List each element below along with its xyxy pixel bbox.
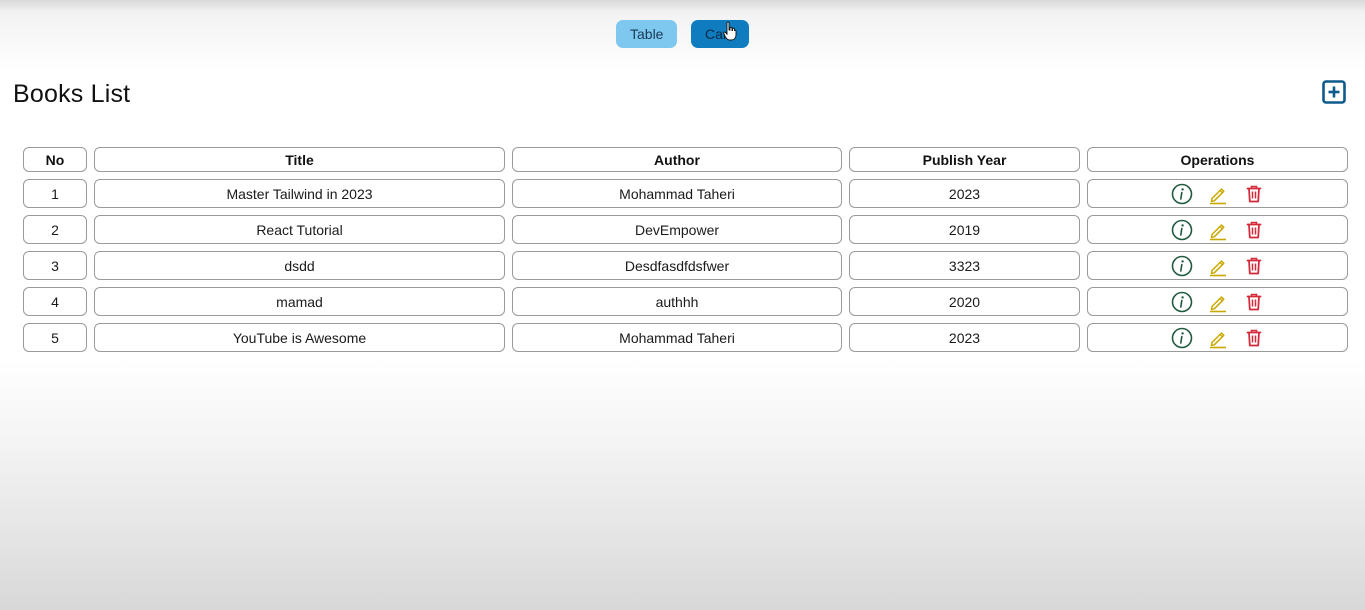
cell-no: 1 [23, 179, 87, 208]
cell-title: Master Tailwind in 2023 [94, 179, 505, 208]
cell-operations [1087, 215, 1348, 244]
table-row: 2 React Tutorial DevEmpower 2019 [23, 215, 1348, 244]
column-header-author: Author [512, 147, 842, 172]
cell-operations [1087, 179, 1348, 208]
info-button[interactable] [1171, 219, 1193, 241]
cell-operations [1087, 251, 1348, 280]
operations-group [1088, 291, 1347, 313]
info-circle-icon [1171, 255, 1192, 276]
cell-no: 4 [23, 287, 87, 316]
cell-title: YouTube is Awesome [94, 323, 505, 352]
table-view-button[interactable]: Table [616, 20, 677, 48]
info-circle-icon [1171, 219, 1192, 240]
info-button[interactable] [1171, 291, 1193, 313]
delete-button[interactable] [1243, 219, 1265, 241]
info-circle-icon [1171, 327, 1192, 348]
trash-icon [1246, 257, 1261, 274]
delete-button[interactable] [1243, 183, 1265, 205]
info-button[interactable] [1171, 183, 1193, 205]
cell-publish-year: 2020 [849, 287, 1080, 316]
cell-no: 5 [23, 323, 87, 352]
card-view-label: Card [705, 26, 736, 42]
cell-author: authhh [512, 287, 842, 316]
cell-title: React Tutorial [94, 215, 505, 244]
operations-group [1088, 255, 1347, 277]
column-header-title: Title [94, 147, 505, 172]
table-row: 3 dsdd Desdfasdfdsfwer 3323 [23, 251, 1348, 280]
delete-button[interactable] [1243, 291, 1265, 313]
cell-title: dsdd [94, 251, 505, 280]
trash-icon [1246, 185, 1261, 202]
cell-operations [1087, 323, 1348, 352]
operations-group [1088, 327, 1347, 349]
view-toggle: Table Card [0, 20, 1365, 48]
table-row: 5 YouTube is Awesome Mohammad Taheri 202… [23, 323, 1348, 352]
trash-icon [1246, 293, 1261, 310]
cell-no: 2 [23, 215, 87, 244]
operations-group [1088, 183, 1347, 205]
column-header-publish-year: Publish Year [849, 147, 1080, 172]
cell-no: 3 [23, 251, 87, 280]
cell-author: DevEmpower [512, 215, 842, 244]
edit-button[interactable] [1207, 219, 1229, 241]
card-view-button[interactable]: Card [691, 20, 749, 48]
pencil-icon [1209, 259, 1226, 276]
trash-icon [1246, 329, 1261, 346]
cell-author: Mohammad Taheri [512, 323, 842, 352]
table-header-row: No Title Author Publish Year Operations [23, 147, 1348, 172]
page-title: Books List [13, 80, 131, 108]
column-header-operations: Operations [1087, 147, 1348, 172]
table-row: 4 mamad authhh 2020 [23, 287, 1348, 316]
info-button[interactable] [1171, 327, 1193, 349]
edit-button[interactable] [1207, 327, 1229, 349]
delete-button[interactable] [1243, 327, 1265, 349]
trash-icon [1246, 221, 1261, 238]
delete-button[interactable] [1243, 255, 1265, 277]
info-button[interactable] [1171, 255, 1193, 277]
cell-author: Desdfasdfdsfwer [512, 251, 842, 280]
cell-operations [1087, 287, 1348, 316]
column-header-no: No [23, 147, 87, 172]
cell-publish-year: 2019 [849, 215, 1080, 244]
operations-group [1088, 219, 1347, 241]
cell-author: Mohammad Taheri [512, 179, 842, 208]
cell-title: mamad [94, 287, 505, 316]
cell-publish-year: 2023 [849, 179, 1080, 208]
pencil-icon [1209, 295, 1226, 312]
edit-button[interactable] [1207, 255, 1229, 277]
info-circle-icon [1171, 183, 1192, 204]
pencil-icon [1209, 331, 1226, 348]
plus-square-icon [1322, 80, 1346, 104]
table-row: 1 Master Tailwind in 2023 Mohammad Taher… [23, 179, 1348, 208]
cell-publish-year: 2023 [849, 323, 1080, 352]
add-book-button[interactable] [1322, 80, 1346, 104]
cell-publish-year: 3323 [849, 251, 1080, 280]
edit-button[interactable] [1207, 183, 1229, 205]
edit-button[interactable] [1207, 291, 1229, 313]
info-circle-icon [1171, 291, 1192, 312]
pencil-icon [1209, 223, 1226, 240]
pencil-icon [1209, 187, 1226, 204]
books-table: No Title Author Publish Year Operations … [16, 140, 1355, 359]
